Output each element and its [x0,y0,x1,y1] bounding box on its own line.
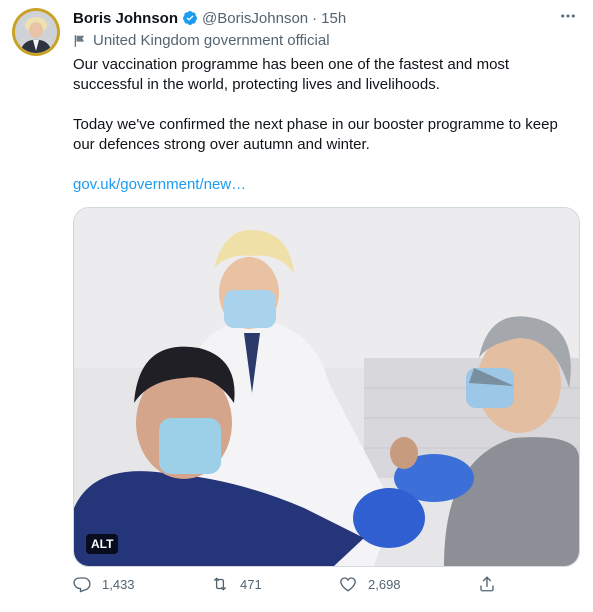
avatar-photo [15,11,57,53]
like-count: 2,698 [368,576,401,592]
tweet-header: Boris Johnson @BorisJohnson · 15h [73,7,581,29]
avatar[interactable] [12,8,60,56]
share-button[interactable] [478,575,507,593]
vaccination-photo [74,208,579,566]
action-bar: 1,433 471 2,698 [73,575,503,599]
tweet-text: Our vaccination programme has been one o… [73,55,578,155]
tweet-text-paragraph-2: Today we've confirmed the next phase in … [73,116,558,153]
separator-dot: · [312,9,318,27]
retweet-count: 471 [240,576,262,592]
author-name[interactable]: Boris Johnson [73,10,178,27]
retweet-icon [213,577,227,591]
reply-icon [73,577,91,593]
tweet-text-paragraph-1: Our vaccination programme has been one o… [73,56,510,93]
flag-icon [74,34,85,47]
reply-button[interactable]: 1,433 [73,575,135,593]
author-handle[interactable]: @BorisJohnson [202,10,308,27]
share-icon [480,576,494,592]
heart-icon [340,577,356,592]
reply-count: 1,433 [102,576,135,592]
more-icon[interactable] [559,7,577,30]
like-button[interactable]: 2,698 [339,575,401,593]
timestamp[interactable]: 15h [321,10,346,27]
verified-icon [183,11,198,25]
government-label-text: United Kingdom government official [93,32,330,49]
tweet[interactable]: Boris Johnson @BorisJohnson · 15h United… [0,0,593,612]
government-label[interactable]: United Kingdom government official [73,32,330,49]
retweet-button[interactable]: 471 [211,575,262,593]
tweet-link[interactable]: gov.uk/government/new… [73,176,246,193]
tweet-image[interactable]: ALT [73,207,580,567]
alt-badge[interactable]: ALT [86,534,119,554]
